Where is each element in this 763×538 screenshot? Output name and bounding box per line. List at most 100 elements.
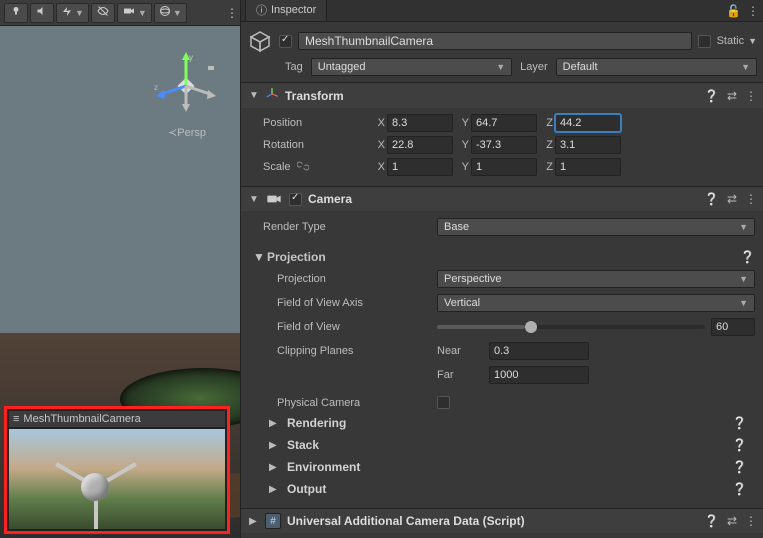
component-options-icon[interactable]: ⋮ (745, 89, 755, 103)
preset-icon[interactable]: ⇄ (727, 192, 737, 206)
fov-axis-dropdown[interactable]: Vertical ▼ (437, 294, 755, 312)
axis-y-label: y (189, 53, 193, 62)
help-icon[interactable]: ❔ (704, 89, 719, 103)
transform-header[interactable]: ▼ Transform ❔ ⇄ ⋮ (241, 83, 763, 108)
near-field[interactable] (489, 342, 589, 360)
position-x-field[interactable] (387, 114, 453, 132)
scene-audio-toggle[interactable] (30, 3, 54, 23)
globe-icon (159, 5, 171, 20)
component-options-icon[interactable]: ⋮ (745, 192, 755, 206)
rotation-z-field[interactable] (555, 136, 621, 154)
component-camera: ▼ Camera ❔ ⇄ ⋮ Render Type Base (241, 186, 763, 508)
tag-label: Tag (285, 61, 303, 73)
scene-light-toggle[interactable] (4, 3, 28, 23)
preset-icon[interactable]: ⇄ (727, 514, 737, 528)
axis-z-label: z (154, 83, 158, 92)
camera-preview-overlay[interactable]: ≡ MeshThumbnailCamera (4, 406, 230, 534)
gameobject-header: Static ▼ (241, 22, 763, 58)
scale-y-field[interactable] (471, 158, 537, 176)
scene-gizmos-dropdown[interactable]: ▼ (154, 3, 187, 23)
layer-value: Default (563, 61, 598, 73)
position-z-field[interactable] (555, 114, 621, 132)
scale-x-field[interactable] (387, 158, 453, 176)
static-checkbox[interactable] (698, 35, 711, 48)
help-icon[interactable]: ❔ (704, 192, 719, 206)
gameobject-active-checkbox[interactable] (279, 35, 292, 48)
urp-header[interactable]: ▶ # Universal Additional Camera Data (Sc… (241, 509, 763, 533)
position-label: Position (249, 117, 369, 129)
projection-header[interactable]: Projection (267, 250, 326, 264)
fx-icon (61, 5, 73, 20)
scene-viewport[interactable]: y z ≺Persp ≡ MeshThumbnailCamera (0, 26, 240, 538)
projection-dropdown[interactable]: Perspective ▼ (437, 270, 755, 288)
rotation-y-field[interactable] (471, 136, 537, 154)
help-icon[interactable]: ❔ (740, 250, 755, 264)
help-icon[interactable]: ❔ (732, 416, 747, 430)
static-label: Static (717, 35, 745, 47)
urp-title: Universal Additional Camera Data (Script… (287, 514, 525, 528)
transform-icon (265, 87, 279, 104)
constrain-proportions-icon[interactable] (297, 160, 309, 175)
camera-icon (122, 5, 136, 20)
camera-enabled-checkbox[interactable] (289, 193, 302, 206)
component-options-icon[interactable]: ⋮ (745, 514, 755, 528)
physical-camera-checkbox[interactable] (437, 396, 450, 409)
scene-camera-dropdown[interactable]: ▼ (117, 3, 152, 23)
foldout-stack[interactable]: ▶ Stack ❔ (249, 434, 755, 456)
fov-field[interactable] (711, 318, 755, 336)
rotation-x-field[interactable] (387, 136, 453, 154)
camera-header[interactable]: ▼ Camera ❔ ⇄ ⋮ (241, 187, 763, 211)
help-icon[interactable]: ❔ (732, 438, 747, 452)
scale-z-field[interactable] (555, 158, 621, 176)
help-icon[interactable]: ❔ (732, 460, 747, 474)
far-field[interactable] (489, 366, 589, 384)
scene-fx-dropdown[interactable]: ▼ (56, 3, 89, 23)
layer-dropdown[interactable]: Default ▼ (556, 58, 757, 76)
lock-icon[interactable]: 🔓 (726, 4, 741, 18)
chevron-down-icon: ▼ (739, 222, 748, 232)
tag-dropdown[interactable]: Untagged ▼ (311, 58, 512, 76)
perspective-label[interactable]: ≺Persp (168, 126, 206, 139)
chevron-down-icon: ▼ (739, 298, 748, 308)
gameobject-icon[interactable] (247, 28, 273, 54)
component-urp-camera-data: ▶ # Universal Additional Camera Data (Sc… (241, 508, 763, 533)
static-dropdown[interactable]: Static ▼ (717, 35, 757, 47)
chevron-down-icon: ▼ (173, 8, 182, 18)
help-icon[interactable]: ❔ (732, 482, 747, 496)
lightbulb-icon (10, 5, 22, 20)
chevron-down-icon: ▼ (739, 274, 748, 284)
foldout-output[interactable]: ▶ Output ❔ (249, 478, 755, 500)
speaker-icon (36, 5, 48, 20)
tab-inspector-label: Inspector (271, 4, 316, 16)
inspector-panel: ⓘ Inspector 🔓 ⋮ Static ▼ Tag (240, 0, 763, 538)
chevron-down-icon: ▼ (496, 62, 505, 72)
scene-options-icon[interactable]: ⋮ (226, 6, 236, 20)
tab-inspector[interactable]: ⓘ Inspector (245, 0, 327, 21)
transform-title: Transform (285, 89, 344, 103)
fov-slider[interactable] (437, 325, 705, 329)
foldout-output-label: Output (287, 482, 326, 496)
render-type-label: Render Type (249, 221, 437, 233)
chevron-down-icon: ▼ (741, 62, 750, 72)
rotation-label: Rotation (249, 139, 369, 151)
render-type-value: Base (444, 221, 469, 233)
foldout-environment[interactable]: ▶ Environment ❔ (249, 456, 755, 478)
foldout-down-icon[interactable]: ▼ (249, 250, 267, 264)
camera-preview-title: MeshThumbnailCamera (23, 413, 140, 425)
gameobject-name-field[interactable] (298, 32, 692, 50)
scene-toolbar: ▼ ▼ ▼ ⋮ (0, 0, 240, 26)
foldout-right-icon: ▶ (269, 484, 279, 495)
preset-icon[interactable]: ⇄ (727, 89, 737, 103)
scene-visibility-toggle[interactable] (91, 3, 115, 23)
help-icon[interactable]: ❔ (704, 514, 719, 528)
render-type-dropdown[interactable]: Base ▼ (437, 218, 755, 236)
chevron-down-icon: ▼ (75, 8, 84, 18)
orientation-gizmo[interactable]: y z (150, 50, 220, 120)
hamburger-icon: ≡ (13, 413, 19, 425)
foldout-rendering[interactable]: ▶ Rendering ❔ (249, 412, 755, 434)
position-y-field[interactable] (471, 114, 537, 132)
projection-label: Projection (249, 273, 437, 285)
foldout-right-icon: ▶ (249, 516, 259, 527)
layer-label: Layer (520, 61, 548, 73)
inspector-options-icon[interactable]: ⋮ (747, 4, 757, 18)
